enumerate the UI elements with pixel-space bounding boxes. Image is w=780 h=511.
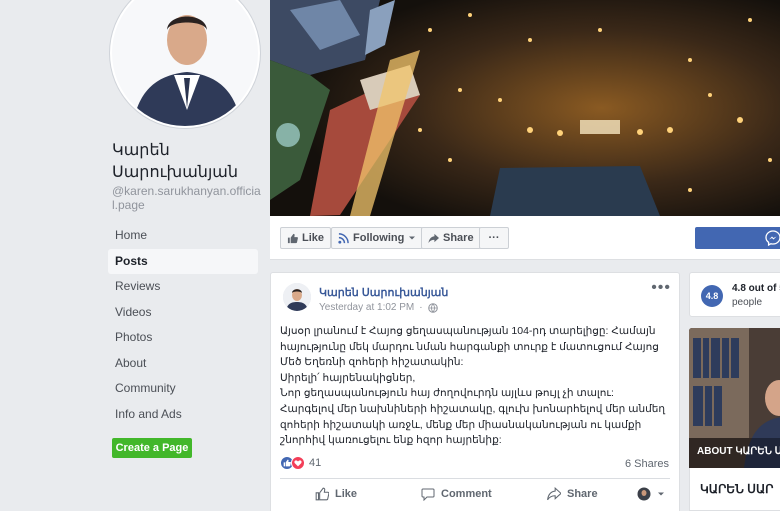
reaction-count: 41 (309, 457, 322, 469)
post-like-label: Like (335, 488, 358, 500)
sidebar-item-videos[interactable]: Videos (108, 300, 258, 326)
like-page-label: Like (302, 232, 325, 244)
post-comment-button[interactable]: Comment (421, 487, 492, 501)
video-caption: ABOUT ԿԱՐԵՆ Ս (697, 446, 780, 457)
author-photo-icon (283, 283, 311, 311)
sidebar-item-home[interactable]: Home (108, 223, 258, 249)
page-handle[interactable]: @karen.sarukhanyan.official.page (112, 184, 262, 212)
share-arrow-icon (547, 487, 561, 501)
following-button[interactable]: Following (331, 227, 424, 249)
messenger-icon (765, 230, 780, 246)
shares-count[interactable]: 6 Shares (625, 458, 669, 470)
post-paragraph: Այսօր լրանում է Հայոց ցեղասպանության 104… (280, 325, 659, 369)
post-share-button[interactable]: Share (547, 487, 598, 501)
page-name[interactable]: Կարեն Սարուխանյան (112, 140, 262, 184)
rss-icon (338, 232, 349, 244)
post-share-label: Share (567, 488, 598, 500)
rating-badge: 4.8 (701, 285, 723, 307)
about-section-title: ԿԱՐԵՆ ՍԱՐ (689, 468, 780, 511)
about-title-text: ԿԱՐԵՆ ՍԱՐ (700, 482, 774, 496)
share-arrow-icon (428, 233, 439, 243)
sidebar-item-community[interactable]: Community (108, 376, 258, 402)
left-column: Կարեն Սարուխանյան @karen.sarukhanyan.off… (0, 0, 270, 511)
following-label: Following (353, 232, 405, 244)
share-page-label: Share (443, 232, 474, 244)
rating-card[interactable]: 4.8 4.8 out of 5 people (689, 272, 780, 317)
post-paragraph: Նոր ցեղասպանություն հայ ժողովուրդն այլևս… (280, 387, 614, 400)
post-author-avatar[interactable] (283, 283, 311, 311)
post-card: Կարեն Սարուխանյան Yesterday at 1:02 PM ·… (270, 272, 680, 511)
reaction-icons (280, 456, 305, 470)
thumbs-up-icon (315, 487, 329, 501)
post-audience-selector[interactable] (637, 487, 665, 501)
sidebar-item-photos[interactable]: Photos (108, 325, 258, 351)
sidebar-item-posts[interactable]: Posts (108, 248, 258, 274)
post-comment-label: Comment (441, 488, 492, 500)
more-options-button[interactable]: ··· (479, 227, 509, 249)
reactions-summary[interactable]: 41 (280, 456, 321, 470)
rating-text: 4.8 out of 5 (732, 283, 780, 294)
post-timestamp[interactable]: Yesterday at 1:02 PM (319, 302, 414, 313)
chevron-down-icon (658, 492, 664, 496)
cover-crowd-icon (270, 0, 780, 216)
about-video-card[interactable]: ABOUT ԿԱՐԵՆ Ս (689, 328, 780, 468)
profile-picture[interactable] (110, 0, 260, 128)
post-body: Այսօր լրանում է Հայոց ցեղասպանության 104… (280, 324, 675, 449)
create-page-button[interactable]: Create a Page (112, 438, 192, 458)
more-options-label: ··· (488, 232, 500, 244)
sidebar-item-reviews[interactable]: Reviews (108, 274, 258, 300)
page-action-bar: Like Following Share ··· (270, 216, 780, 260)
cover-photo[interactable] (270, 0, 780, 216)
post-like-button[interactable]: Like (315, 487, 357, 501)
sidebar-item-info-and-ads[interactable]: Info and Ads (108, 402, 258, 428)
love-reaction-icon (291, 456, 305, 470)
chevron-down-icon (409, 236, 416, 240)
post-options-button[interactable]: ••• (651, 279, 671, 297)
share-page-button[interactable]: Share (421, 227, 481, 249)
comment-icon (421, 488, 435, 501)
page-avatar-icon (637, 487, 651, 501)
profile-photo-icon (112, 0, 258, 126)
send-message-button[interactable] (695, 227, 780, 249)
like-page-button[interactable]: Like (280, 227, 332, 249)
post-divider (280, 478, 670, 479)
globe-icon (427, 302, 438, 313)
thumbs-up-icon (287, 233, 298, 243)
sidebar-item-about[interactable]: About (108, 351, 258, 377)
post-paragraph: Սիրելի՛ հայրենակիցներ, (280, 371, 416, 384)
post-paragraph: Հարգելով մեր նախնիների հիշատակը, գլուխ խ… (280, 402, 666, 447)
side-nav: Home Posts Reviews Videos Photos About C… (108, 223, 258, 427)
post-author-name[interactable]: Կարեն Սարուխանյան (319, 286, 448, 299)
post-meta: Yesterday at 1:02 PM · (319, 302, 438, 313)
rating-sub: people (732, 297, 763, 308)
